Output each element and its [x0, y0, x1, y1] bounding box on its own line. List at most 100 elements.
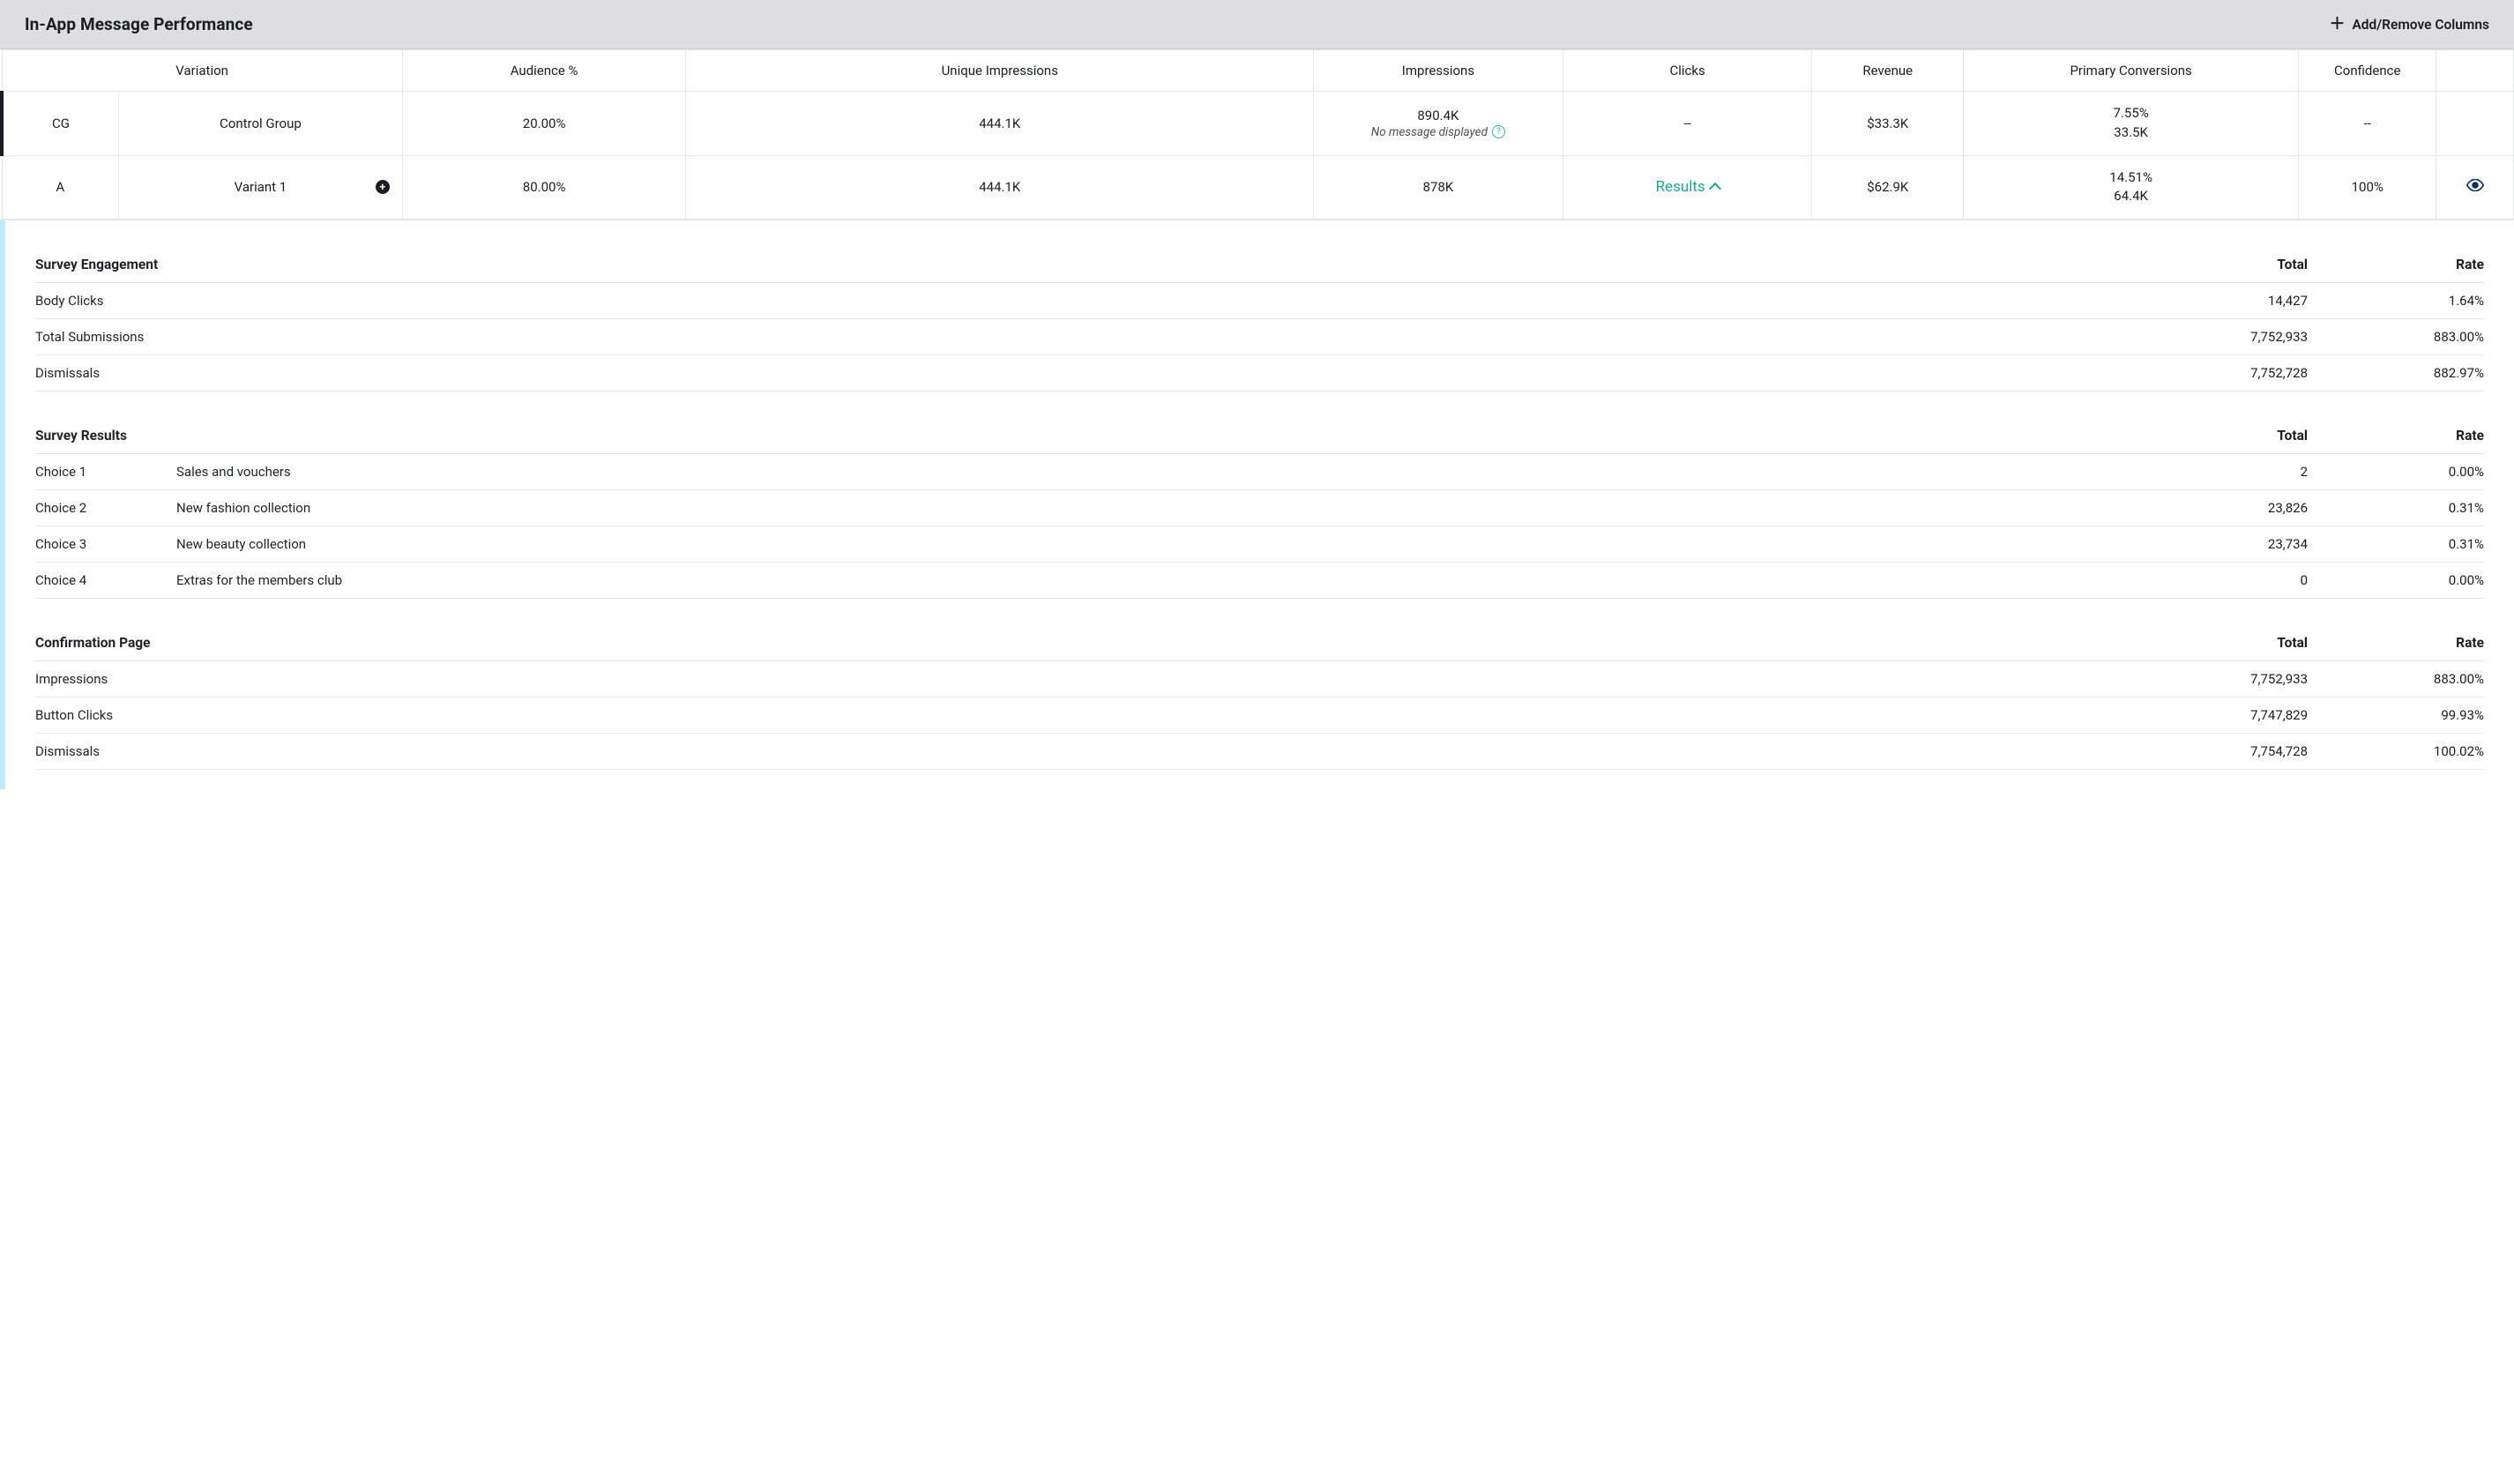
- detail-row-label: Total Submissions: [35, 329, 2149, 345]
- clicks-cell: Results: [1563, 155, 1812, 220]
- col-audience: Audience %: [402, 50, 686, 92]
- detail-row-rate: 1.64%: [2308, 293, 2484, 309]
- variant-detail-panel: Survey EngagementTotalRateBody Clicks14,…: [0, 220, 2514, 789]
- eye-icon[interactable]: [2466, 179, 2484, 195]
- detail-section: Survey EngagementTotalRateBody Clicks14,…: [35, 247, 2484, 392]
- detail-row-total: 7,747,829: [2149, 707, 2308, 723]
- detail-section-header: Confirmation PageTotalRate: [35, 625, 2484, 661]
- row-badge: A: [2, 155, 119, 220]
- detail-row: Dismissals7,754,728100.02%: [35, 734, 2484, 770]
- detail-row-label: Choice 2: [35, 500, 176, 516]
- detail-row-total: 7,752,933: [2149, 671, 2308, 687]
- detail-section-header: Survey ResultsTotalRate: [35, 418, 2484, 454]
- impressions-value: 878K: [1314, 155, 1563, 220]
- col-clicks: Clicks: [1563, 50, 1812, 92]
- detail-section: Survey ResultsTotalRateChoice 1Sales and…: [35, 418, 2484, 599]
- revenue-value: $62.9K: [1812, 155, 1964, 220]
- detail-section-header: Survey EngagementTotalRate: [35, 247, 2484, 283]
- audience-value: 20.00%: [402, 92, 686, 156]
- detail-row: Choice 4Extras for the members club00.00…: [35, 563, 2484, 599]
- col-rate-label: Rate: [2308, 635, 2484, 651]
- eye-cell: [2436, 92, 2514, 156]
- col-confidence: Confidence: [2299, 50, 2436, 92]
- unique-impressions-value: 444.1K: [686, 92, 1314, 156]
- detail-row-label: Choice 3: [35, 536, 176, 552]
- detail-row-total: 23,734: [2149, 536, 2308, 552]
- detail-row: Choice 1Sales and vouchers20.00%: [35, 454, 2484, 490]
- clicks-value: --: [1563, 92, 1812, 156]
- col-rate-label: Rate: [2308, 428, 2484, 444]
- impressions-value: 890.4K: [1417, 107, 1458, 124]
- section-title: Survey Engagement: [35, 257, 2149, 272]
- col-revenue: Revenue: [1812, 50, 1964, 92]
- panel-header: In-App Message Performance ＋ Add/Remove …: [0, 0, 2514, 49]
- variation-name-cell: Control Group: [119, 92, 403, 156]
- eye-cell: [2436, 155, 2514, 220]
- detail-row-desc: Sales and vouchers: [176, 464, 2149, 480]
- chevron-up-icon: [1709, 183, 1721, 195]
- detail-row: Choice 2New fashion collection23,8260.31…: [35, 490, 2484, 526]
- detail-row-label: Impressions: [35, 671, 2149, 687]
- detail-row-label: Dismissals: [35, 743, 2149, 759]
- detail-row-rate: 0.00%: [2308, 464, 2484, 480]
- conv-pct: 7.55%: [2114, 104, 2149, 123]
- expand-icon[interactable]: +: [376, 180, 390, 194]
- col-eye: [2436, 50, 2514, 92]
- conv-count: 33.5K: [2114, 123, 2148, 143]
- col-total-label: Total: [2149, 635, 2308, 651]
- conversions-cell: 14.51% 64.4K: [1964, 155, 2299, 220]
- col-primary-conversions: Primary Conversions: [1964, 50, 2299, 92]
- detail-row-rate: 882.97%: [2308, 365, 2484, 381]
- revenue-value: $33.3K: [1812, 92, 1964, 156]
- detail-row: Dismissals7,752,728882.97%: [35, 355, 2484, 392]
- col-rate-label: Rate: [2308, 257, 2484, 272]
- detail-row-total: 2: [2149, 464, 2308, 480]
- section-title: Confirmation Page: [35, 635, 2149, 651]
- detail-row-label: Body Clicks: [35, 293, 2149, 309]
- detail-row-rate: 0.31%: [2308, 500, 2484, 516]
- detail-row-rate: 100.02%: [2308, 743, 2484, 759]
- detail-row-rate: 0.00%: [2308, 572, 2484, 588]
- detail-row-rate: 0.31%: [2308, 536, 2484, 552]
- col-variation: Variation: [2, 50, 402, 92]
- conv-count: 64.4K: [2114, 187, 2148, 206]
- detail-row-desc: New beauty collection: [176, 536, 2149, 552]
- results-toggle[interactable]: Results: [1656, 178, 1720, 196]
- variation-name-cell: Variant 1 +: [119, 155, 403, 220]
- detail-row: Total Submissions7,752,933883.00%: [35, 319, 2484, 355]
- confidence-value: 100%: [2299, 155, 2436, 220]
- col-unique-impressions: Unique Impressions: [686, 50, 1314, 92]
- detail-row-total: 7,752,728: [2149, 365, 2308, 381]
- add-remove-columns-button[interactable]: ＋ Add/Remove Columns: [2329, 17, 2489, 33]
- plus-icon: ＋: [2329, 17, 2345, 33]
- detail-row-desc: Extras for the members club: [176, 572, 2149, 588]
- detail-row: Impressions7,752,933883.00%: [35, 661, 2484, 697]
- detail-section: Confirmation PageTotalRateImpressions7,7…: [35, 625, 2484, 770]
- col-total-label: Total: [2149, 257, 2308, 272]
- detail-row: Body Clicks14,4271.64%: [35, 283, 2484, 319]
- detail-row-label: Choice 4: [35, 572, 176, 588]
- detail-row-label: Choice 1: [35, 464, 176, 480]
- detail-row-rate: 883.00%: [2308, 671, 2484, 687]
- variation-name: Control Group: [220, 116, 302, 131]
- panel-title: In-App Message Performance: [25, 14, 253, 34]
- table-row-variant: A Variant 1 + 80.00% 444.1K 878K Results…: [2, 155, 2514, 220]
- detail-row-rate: 99.93%: [2308, 707, 2484, 723]
- col-total-label: Total: [2149, 428, 2308, 444]
- conversions-cell: 7.55% 33.5K: [1964, 92, 2299, 156]
- detail-row-total: 0: [2149, 572, 2308, 588]
- col-impressions: Impressions: [1314, 50, 1563, 92]
- impressions-cell: 890.4K No message displayed ?: [1314, 92, 1563, 156]
- help-icon[interactable]: ?: [1492, 125, 1505, 138]
- impressions-note: No message displayed ?: [1371, 124, 1505, 140]
- conv-pct: 14.51%: [2109, 168, 2152, 188]
- section-title: Survey Results: [35, 428, 2149, 444]
- detail-row-desc: New fashion collection: [176, 500, 2149, 516]
- detail-row-total: 23,826: [2149, 500, 2308, 516]
- detail-row: Choice 3New beauty collection23,7340.31%: [35, 526, 2484, 563]
- detail-row-label: Button Clicks: [35, 707, 2149, 723]
- table-row-control: CG Control Group 20.00% 444.1K 890.4K No…: [2, 92, 2514, 156]
- detail-row-label: Dismissals: [35, 365, 2149, 381]
- variation-name: Variant 1: [235, 179, 287, 195]
- confidence-value: --: [2299, 92, 2436, 156]
